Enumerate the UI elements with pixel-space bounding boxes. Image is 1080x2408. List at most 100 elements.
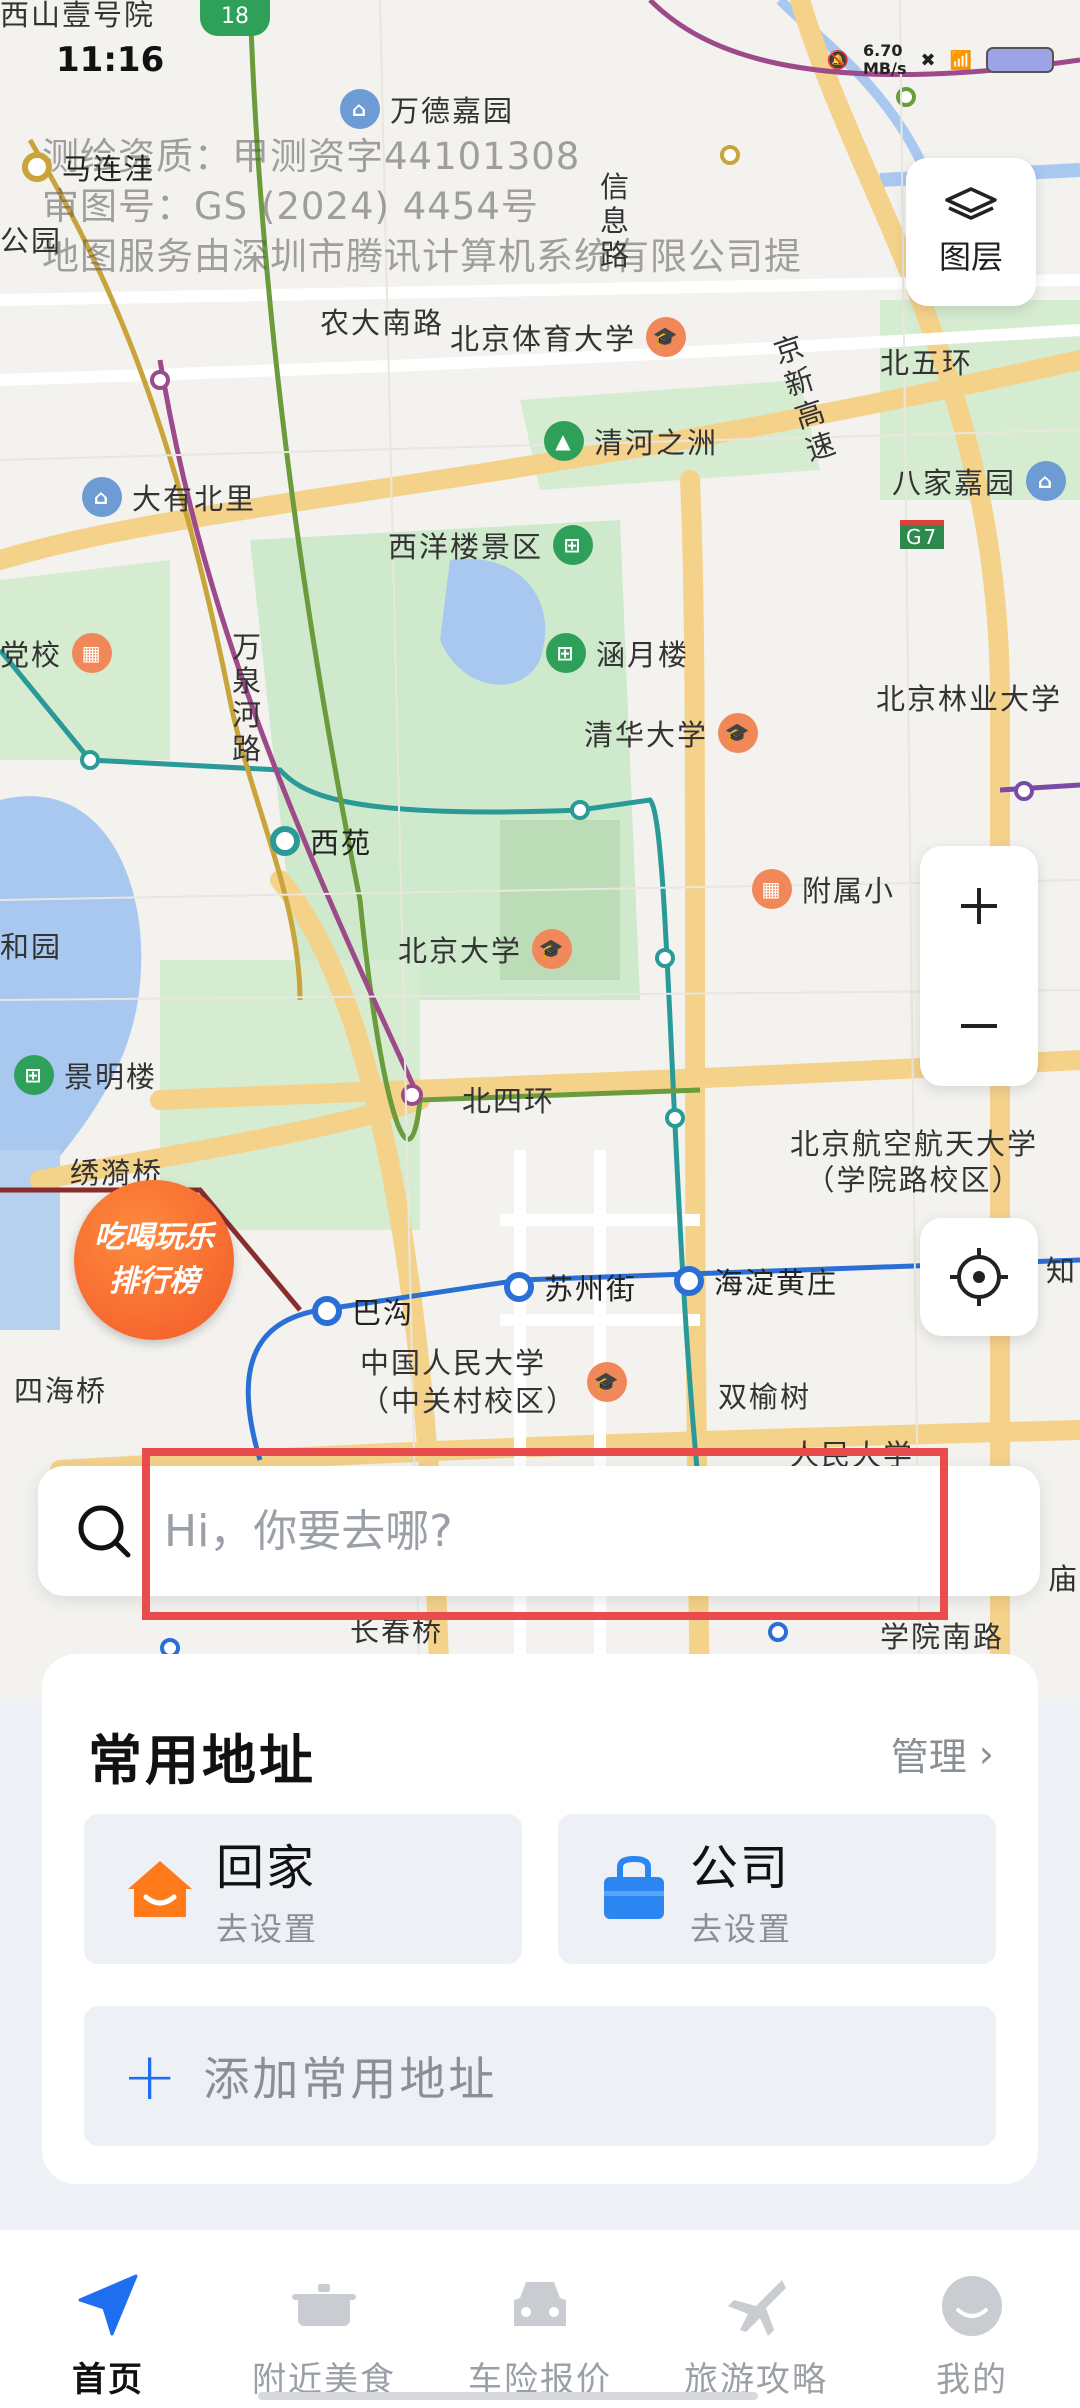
school-icon: 🎓 — [532, 929, 573, 969]
school-icon: ▦ — [752, 869, 792, 909]
tab-label: 首页 — [72, 2360, 144, 2400]
road-label: 万 泉 河 路 — [232, 630, 264, 766]
home-indicator — [258, 2392, 758, 2400]
poi-qinghua[interactable]: 清华大学 🎓 — [584, 712, 759, 754]
metro-label: 巴沟 — [352, 1296, 415, 1330]
road-label: 北五环 — [880, 346, 974, 380]
metro-icon — [22, 152, 52, 182]
zoom-out-button[interactable] — [920, 966, 1038, 1086]
net-speed: 6.70 MB/s — [863, 41, 907, 78]
metro-majiapu[interactable]: 马连洼 — [22, 146, 155, 188]
metro-bagou[interactable]: 巴沟 — [312, 1290, 414, 1332]
road-badge: 18 — [200, 0, 270, 36]
tab-travel-guide[interactable]: 旅游攻略 — [648, 2230, 864, 2408]
metro-xiyuan[interactable]: 西苑 — [270, 820, 372, 862]
home-sub: 去设置 — [216, 1910, 319, 1948]
poi-label: 北京大学 — [398, 934, 523, 968]
airplane-icon — [728, 2280, 786, 2336]
company-label: 公司 — [690, 1840, 791, 1896]
poi-fushuxiao[interactable]: ▦ 附属小 — [752, 868, 895, 910]
metro-label: 马连洼 — [62, 152, 156, 186]
car-icon — [514, 2282, 566, 2326]
favorite-addresses-panel: 常用地址 管理 › 回家 去设置 公司 去设置 + 添加常用地址 — [42, 1654, 1038, 2184]
road-label: 信 息 路 — [600, 170, 632, 272]
briefcase-icon — [604, 1855, 664, 1919]
school-icon: 🎓 — [718, 713, 759, 753]
layers-icon — [945, 187, 997, 220]
map-label: 庙 — [1048, 1562, 1080, 1596]
metro-icon — [504, 1272, 534, 1302]
poi-renda[interactable]: 中国人民大学 （中关村校区） 🎓 — [360, 1344, 628, 1420]
poi-label: 清河之洲 — [594, 426, 719, 460]
add-address-label: 添加常用地址 — [203, 2052, 498, 2106]
zoom-in-button[interactable] — [920, 846, 1038, 966]
tab-profile[interactable]: 我的 — [864, 2230, 1080, 2408]
map-label: 双榆树 — [718, 1380, 812, 1414]
wifi-icon: 📶 — [949, 49, 972, 71]
add-address-button[interactable]: + 添加常用地址 — [84, 2006, 996, 2146]
poi-label: 北京体育大学 — [450, 322, 637, 356]
company-address-card[interactable]: 公司 去设置 — [558, 1814, 996, 1964]
search-input[interactable] — [164, 1505, 1040, 1557]
bottom-tab-bar: 首页 附近美食 车险报价 旅游攻略 我的 — [0, 2230, 1080, 2408]
search-icon — [78, 1505, 131, 1558]
metro-suzhoujie[interactable]: 苏州街 — [504, 1266, 637, 1308]
map-view[interactable]: 18 西山壹号院 11:16 🔕 6.70 MB/s ✖ 📶 ⌂ 万德嘉园 测绘… — [0, 0, 1080, 1700]
locate-button[interactable] — [920, 1218, 1038, 1336]
tab-nearby-food[interactable]: 附近美食 — [216, 2230, 432, 2408]
road-label: 学院南路 — [880, 1620, 1005, 1654]
poi-xiyanglou[interactable]: 西洋楼景区 ⊞ — [388, 524, 594, 566]
poi-wandejiayuan[interactable]: ⌂ 万德嘉园 — [340, 88, 514, 130]
home-poi-icon: ⌂ — [82, 477, 122, 517]
search-bar[interactable] — [38, 1466, 1040, 1596]
poi-jingminglou[interactable]: ⊞ 景明楼 — [14, 1054, 157, 1096]
map-label: 和园 — [0, 930, 63, 964]
manage-label: 管理 — [890, 1735, 967, 1779]
poi-label: 党校 — [0, 638, 63, 672]
battery-icon — [986, 47, 1054, 73]
map-label: 西山壹号院 — [0, 0, 156, 32]
highway-badge: G7 — [900, 520, 945, 549]
metro-haidianhuangzhuang[interactable]: 海淀黄庄 — [674, 1260, 838, 1302]
map-label: 四海桥 — [14, 1374, 108, 1408]
scenic-icon: ⊞ — [553, 525, 594, 565]
metro-icon — [312, 1296, 342, 1326]
poi-dayoubeili[interactable]: ⌂ 大有北里 — [82, 476, 256, 518]
minus-icon — [961, 1024, 997, 1028]
poi-bjdaxue[interactable]: 北京大学 🎓 — [398, 928, 573, 970]
poi-bjtiyu[interactable]: 北京体育大学 🎓 — [450, 316, 687, 358]
home-poi-icon: ⌂ — [1026, 461, 1067, 501]
notification-icon: ✖ — [920, 49, 936, 71]
rank-badge-line: 排行榜 — [109, 1264, 199, 1299]
poi-dangxiao[interactable]: 党校 ▦ — [0, 632, 113, 674]
metro-label: 西苑 — [310, 826, 373, 860]
manage-link[interactable]: 管理 › — [891, 1726, 994, 1781]
tab-home[interactable]: 首页 — [0, 2230, 216, 2408]
home-address-card[interactable]: 回家 去设置 — [84, 1814, 522, 1964]
park-icon: ▲ — [544, 421, 584, 461]
tab-car-insurance[interactable]: 车险报价 — [432, 2230, 648, 2408]
plus-icon: + — [122, 2037, 178, 2115]
metro-label: 苏州街 — [544, 1272, 638, 1306]
poi-label: 万德嘉园 — [390, 94, 515, 128]
metro-icon — [270, 826, 300, 856]
section-title: 常用地址 — [88, 1729, 316, 1792]
rank-badge-line: 吃喝玩乐 — [94, 1220, 214, 1255]
pot-icon — [292, 2284, 356, 2326]
company-sub: 去设置 — [690, 1910, 793, 1948]
metro-changchunqiao[interactable]: 长春桥 — [350, 1608, 443, 1650]
poi-label: 附属小 — [802, 874, 896, 908]
poi-qinghezhizhou[interactable]: ▲ 清河之洲 — [544, 420, 718, 462]
layers-button[interactable]: 图层 — [906, 158, 1036, 306]
poi-label: 涵月楼 — [596, 638, 690, 672]
poi-bajiajiayuan[interactable]: 八家嘉园 ⌂ — [892, 460, 1067, 502]
map-label: 知 — [1046, 1254, 1078, 1288]
poi-bhang[interactable]: 北京航空航天大学 （学院路校区） — [790, 1126, 1038, 1198]
home-icon — [128, 1861, 192, 1917]
poi-hanyuelou[interactable]: ⊞ 涵月楼 — [546, 632, 689, 674]
poi-bjlinye[interactable]: 北京林业大学 — [876, 676, 1062, 718]
road-label: 农大南路 — [320, 306, 445, 340]
food-ranking-badge[interactable]: 吃喝玩乐 排行榜 — [74, 1180, 234, 1340]
chevron-right-icon: › — [978, 1731, 994, 1776]
map-watermark: 地图服务由深圳市腾讯计算机系统有限公司提 — [42, 235, 802, 278]
